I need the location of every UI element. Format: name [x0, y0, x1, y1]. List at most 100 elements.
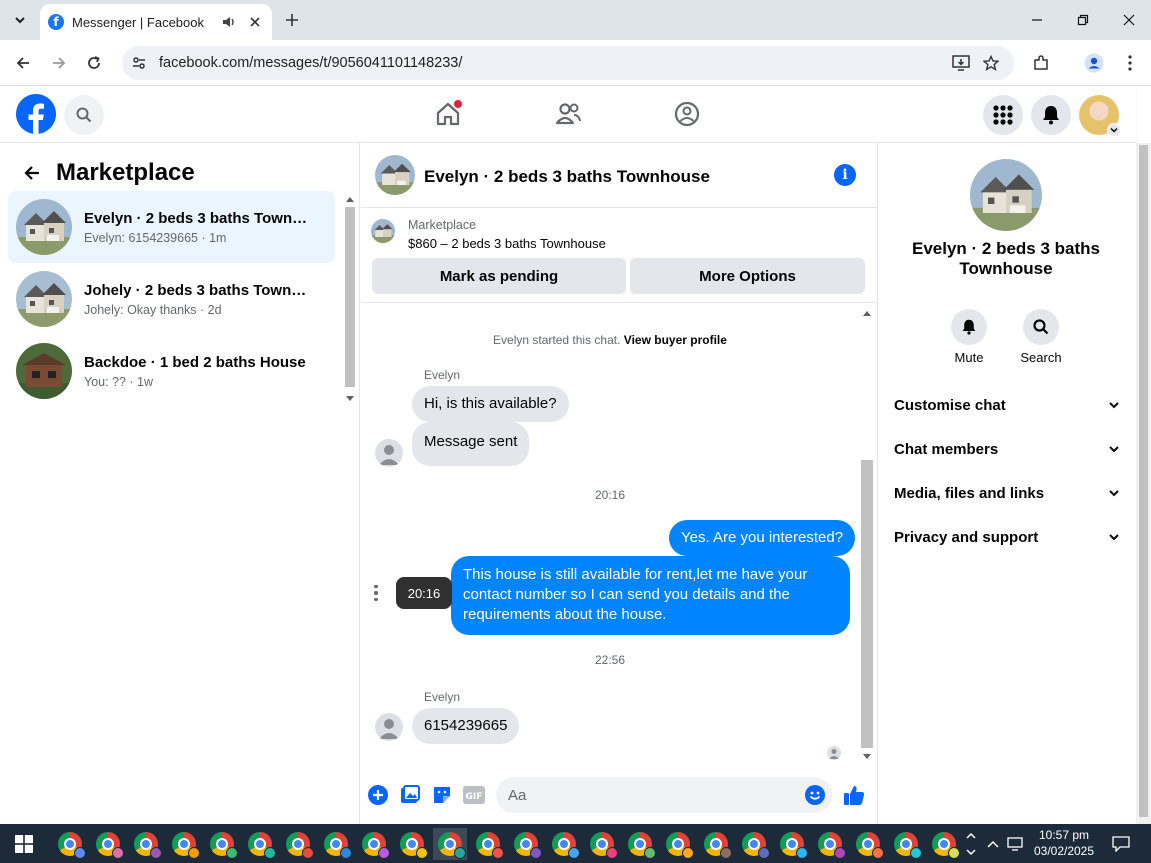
notification-center-button[interactable]: [1106, 824, 1136, 863]
chrome-taskbar-icon[interactable]: [319, 828, 353, 860]
back-arrow-button[interactable]: [16, 157, 48, 189]
search-conversation-button[interactable]: Search: [1011, 309, 1071, 365]
chat-title[interactable]: Evelyn · 2 beds 3 baths Townhouse: [424, 167, 710, 187]
chat-avatar[interactable]: [375, 155, 415, 195]
plus-circle-icon[interactable]: [366, 783, 390, 807]
privacy-support-section[interactable]: Privacy and support: [894, 519, 1120, 555]
sender-avatar[interactable]: [375, 713, 403, 741]
system-clock[interactable]: 10:57 pm 03/02/2025: [1024, 827, 1104, 859]
browser-menu-icon[interactable]: [1115, 48, 1145, 78]
network-icon[interactable]: [1004, 824, 1026, 863]
message-input[interactable]: [496, 777, 832, 813]
site-info-icon[interactable]: [125, 49, 153, 77]
profile-icon[interactable]: [1079, 48, 1109, 78]
show-hidden-icons-button[interactable]: [984, 824, 1002, 863]
tab-close-icon[interactable]: [246, 13, 264, 31]
chrome-taskbar-icon[interactable]: [699, 828, 733, 860]
new-tab-button[interactable]: [280, 8, 304, 32]
taskbar-scroll[interactable]: [963, 824, 979, 863]
home-nav-button[interactable]: [432, 98, 464, 130]
chrome-taskbar-icon[interactable]: [281, 828, 315, 860]
account-avatar[interactable]: [1079, 95, 1121, 137]
scrollbar-thumb[interactable]: [1139, 145, 1148, 817]
outgoing-message[interactable]: Yes. Are you interested?: [669, 520, 856, 556]
window-close-button[interactable]: [1106, 0, 1151, 40]
notifications-button[interactable]: [1031, 95, 1071, 135]
conversation-list-scrollbar[interactable]: [343, 193, 357, 405]
chrome-taskbar-icon[interactable]: [167, 828, 201, 860]
back-button[interactable]: [8, 48, 38, 78]
info-icon[interactable]: i: [834, 164, 856, 186]
chrome-taskbar-icon[interactable]: [129, 828, 163, 860]
speaker-icon[interactable]: [222, 15, 240, 29]
chrome-taskbar-icon[interactable]: [547, 828, 581, 860]
groups-nav-button[interactable]: [671, 98, 703, 130]
chrome-taskbar-icon[interactable]: [91, 828, 125, 860]
tab-search-button[interactable]: [6, 6, 34, 34]
conversation-item[interactable]: Johely · 2 beds 3 baths Townhouse Johely…: [8, 263, 335, 335]
scrollbar-thumb[interactable]: [345, 207, 355, 387]
chrome-taskbar-icon[interactable]: [851, 828, 885, 860]
chrome-taskbar-icon[interactable]: [737, 828, 771, 860]
bookmark-star-icon[interactable]: [976, 48, 1006, 78]
incoming-message[interactable]: Message sent: [412, 422, 530, 466]
chrome-taskbar-icon[interactable]: [395, 828, 429, 860]
forward-button[interactable]: [44, 48, 74, 78]
thumbs-up-icon[interactable]: [842, 783, 866, 807]
chrome-taskbar-icon[interactable]: [509, 828, 543, 860]
mute-button[interactable]: Mute: [939, 309, 999, 365]
sender-avatar[interactable]: [375, 439, 403, 467]
chrome-taskbar-icon[interactable]: [775, 828, 809, 860]
scroll-down-arrow-icon[interactable]: [346, 396, 354, 401]
url-text[interactable]: facebook.com/messages/t/9056041101148233…: [159, 55, 946, 71]
restore-button[interactable]: [1060, 0, 1106, 40]
address-bar[interactable]: facebook.com/messages/t/9056041101148233…: [122, 46, 1014, 80]
chat-scrollbar[interactable]: [860, 307, 874, 763]
friends-nav-button[interactable]: [552, 98, 584, 130]
outgoing-message[interactable]: This house is still available for rent,l…: [451, 556, 850, 635]
scroll-down-arrow-icon[interactable]: [863, 754, 871, 759]
menu-button[interactable]: [983, 95, 1023, 135]
chrome-taskbar-icon[interactable]: [661, 828, 695, 860]
scrollbar-thumb[interactable]: [861, 460, 873, 748]
chrome-taskbar-icon[interactable]: [357, 828, 391, 860]
incoming-message[interactable]: 6154239665: [412, 708, 520, 744]
chrome-taskbar-icon[interactable]: [433, 828, 467, 860]
facebook-search-button[interactable]: [64, 95, 104, 135]
listing-thumbnail[interactable]: [371, 219, 395, 243]
photo-icon[interactable]: [398, 783, 422, 807]
minimize-button[interactable]: [1014, 0, 1060, 40]
incoming-message[interactable]: Hi, is this available?: [412, 386, 569, 422]
chrome-taskbar-icon[interactable]: [205, 828, 239, 860]
facebook-logo-icon[interactable]: [16, 94, 56, 134]
chat-members-section[interactable]: Chat members: [894, 431, 1120, 467]
chrome-taskbar-icon[interactable]: [889, 828, 923, 860]
page-scrollbar[interactable]: [1136, 143, 1151, 824]
listing-price[interactable]: $860 – 2 beds 3 baths Townhouse: [408, 236, 606, 251]
conversation-item[interactable]: Evelyn · 2 beds 3 baths Townhouse Evelyn…: [8, 191, 335, 263]
mark-as-pending-button[interactable]: Mark as pending: [372, 258, 626, 294]
chrome-taskbar-icon[interactable]: [243, 828, 277, 860]
scroll-up-arrow-icon[interactable]: [346, 197, 354, 202]
extensions-icon[interactable]: [1026, 48, 1056, 78]
message-more-icon[interactable]: [369, 583, 383, 603]
chrome-taskbar-icon[interactable]: [585, 828, 619, 860]
more-options-button[interactable]: More Options: [630, 258, 865, 294]
emoji-icon[interactable]: [803, 783, 827, 807]
gif-icon[interactable]: GIF: [462, 783, 486, 807]
sticker-icon[interactable]: [430, 783, 454, 807]
reload-button[interactable]: [79, 48, 109, 78]
chrome-taskbar-icon[interactable]: [471, 828, 505, 860]
view-buyer-profile-link[interactable]: View buyer profile: [624, 333, 727, 347]
chrome-taskbar-icon[interactable]: [623, 828, 657, 860]
chrome-taskbar-icon[interactable]: [53, 828, 87, 860]
details-avatar[interactable]: [970, 159, 1042, 231]
media-files-section[interactable]: Media, files and links: [894, 475, 1120, 511]
start-button[interactable]: [0, 824, 48, 863]
conversation-item[interactable]: Backdoe · 1 bed 2 baths House You: ?? · …: [8, 335, 335, 407]
chrome-taskbar-icon[interactable]: [813, 828, 847, 860]
scroll-up-arrow-icon[interactable]: [863, 311, 871, 316]
customise-chat-section[interactable]: Customise chat: [894, 387, 1120, 423]
install-app-icon[interactable]: [946, 48, 976, 78]
browser-tab[interactable]: f Messenger | Facebook: [40, 4, 272, 40]
